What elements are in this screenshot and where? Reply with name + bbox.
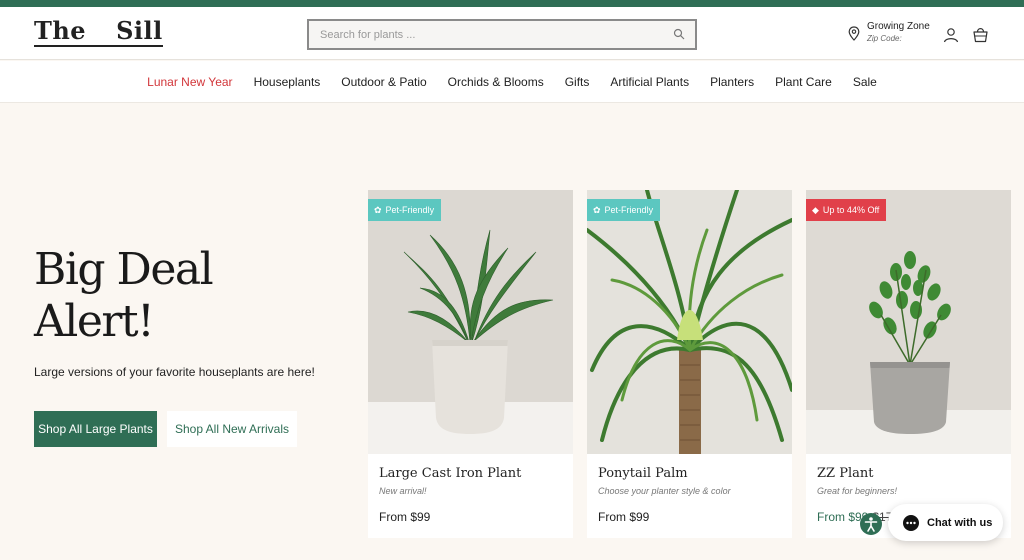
product-image-ponytail-palm[interactable] [587,190,792,454]
site-header: The Sill Growing Zone Zip Code: [0,7,1024,60]
product-image-cast-iron[interactable] [368,190,573,454]
hero-subtitle: Large versions of your favorite housepla… [34,365,315,379]
badge-label: Up to 44% Off [822,205,880,215]
hero-title-line-1: Big Deal [34,244,214,295]
logo-word-1: The [34,16,87,45]
search-input[interactable] [309,21,649,48]
account-icon[interactable] [943,27,959,43]
product-card-ponytail-palm[interactable]: ✿ Pet-Friendly Ponytail Palm Choose your… [587,190,792,538]
product-name[interactable]: Ponytail Palm [598,466,688,481]
product-price: From $99 [598,510,650,524]
growing-zone-title: Growing Zone [867,21,930,32]
nav-gifts[interactable]: Gifts [554,75,600,89]
shop-new-arrivals-button[interactable]: Shop All New Arrivals [167,411,297,447]
product-name[interactable]: Large Cast Iron Plant [379,466,521,481]
product-name[interactable]: ZZ Plant [817,466,873,481]
chat-bubble-icon [903,514,919,531]
location-pin-icon [848,26,860,41]
hero-title: Big Deal Alert! [34,244,214,348]
nav-artificial-plants[interactable]: Artificial Plants [600,75,700,89]
nav-outdoor-patio[interactable]: Outdoor & Patio [331,75,437,89]
product-card-zz-plant[interactable]: ◆ Up to 44% Off ZZ Plant Great for begin… [806,190,1011,538]
search-box [307,19,697,50]
sale-badge: ◆ Up to 44% Off [806,199,887,221]
search-icon[interactable] [673,28,685,40]
nav-orchids-blooms[interactable]: Orchids & Blooms [437,75,554,89]
main-nav: Lunar New Year Houseplants Outdoor & Pat… [0,61,1024,103]
shop-large-plants-button[interactable]: Shop All Large Plants [34,411,157,447]
product-image-zz-plant[interactable] [806,190,1011,454]
zip-code-label: Zip Code: [867,34,902,43]
accessibility-button[interactable] [860,513,882,535]
cart-icon[interactable] [972,26,989,43]
chat-label: Chat with us [927,516,993,529]
product-description: Choose your planter style & color [598,486,731,496]
badge-label: Pet-Friendly [604,205,654,215]
paw-icon: ✿ [593,204,601,215]
chat-widget-button[interactable]: Chat with us [888,504,1003,541]
product-description: New arrival! [379,486,427,496]
site-logo[interactable]: The Sill [34,18,163,47]
pet-friendly-badge: ✿ Pet-Friendly [368,199,442,221]
tag-icon: ◆ [812,204,819,215]
nav-houseplants[interactable]: Houseplants [243,75,331,89]
nav-plant-care[interactable]: Plant Care [765,75,843,89]
pet-friendly-badge: ✿ Pet-Friendly [587,199,661,221]
product-description: Great for beginners! [817,486,898,496]
nav-sale[interactable]: Sale [842,75,887,89]
nav-lunar-new-year[interactable]: Lunar New Year [137,75,243,89]
accessibility-icon [864,517,878,532]
logo-word-2: Sill [116,16,163,45]
paw-icon: ✿ [374,204,382,215]
badge-label: Pet-Friendly [385,205,435,215]
top-accent-bar [0,0,1024,7]
product-price: From $99 [379,510,431,524]
product-card-cast-iron[interactable]: ✿ Pet-Friendly Large Cast Iron Plant New… [368,190,573,538]
nav-planters[interactable]: Planters [700,75,765,89]
hero-title-line-2: Alert! [34,296,155,347]
